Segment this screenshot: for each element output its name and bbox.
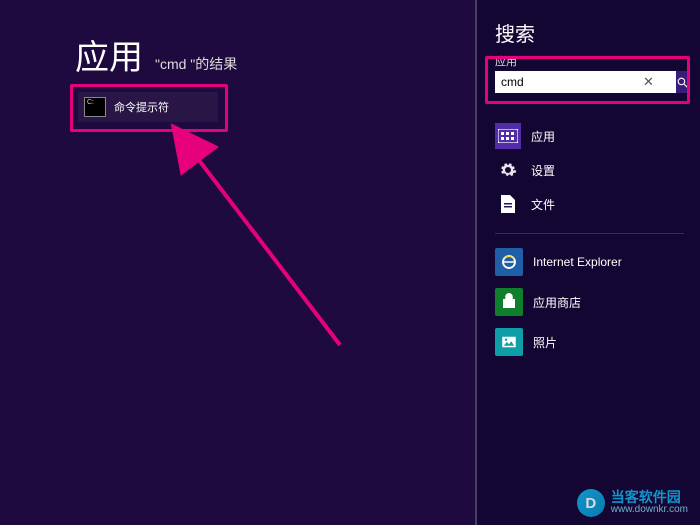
app-photos[interactable]: 照片 xyxy=(495,322,700,362)
app-store[interactable]: 应用商店 xyxy=(495,282,700,322)
gear-icon xyxy=(495,157,521,183)
clear-icon[interactable]: ✕ xyxy=(643,74,654,90)
search-row: ✕ xyxy=(495,71,683,93)
category-files[interactable]: 文件 xyxy=(495,187,700,221)
result-label: 命令提示符 xyxy=(114,99,169,115)
app-label: 应用商店 xyxy=(533,294,581,311)
search-icon xyxy=(676,76,689,89)
watermark-text: 当客软件园 www.downkr.com xyxy=(611,490,688,516)
category-settings[interactable]: 设置 xyxy=(495,153,700,187)
divider xyxy=(495,233,684,234)
search-scope-label: 应用 xyxy=(495,53,700,69)
results-panel: 应用 "cmd "的结果 命令提示符 xyxy=(0,0,470,525)
search-button[interactable] xyxy=(676,71,689,93)
photos-icon xyxy=(495,328,523,356)
result-tile-cmd[interactable]: 命令提示符 xyxy=(78,92,218,122)
file-icon xyxy=(495,191,521,217)
category-label: 应用 xyxy=(531,128,555,145)
watermark-logo: D xyxy=(577,489,605,517)
ie-icon xyxy=(495,248,523,276)
app-label: Internet Explorer xyxy=(533,255,622,269)
category-label: 设置 xyxy=(531,162,555,179)
app-label: 照片 xyxy=(533,334,557,351)
page-subtitle: "cmd "的结果 xyxy=(155,54,237,74)
search-title: 搜索 xyxy=(495,18,700,47)
watermark-brand: 当客软件园 xyxy=(611,490,688,504)
app-suggestions: Internet Explorer 应用商店 照片 xyxy=(495,242,700,362)
category-apps[interactable]: 应用 xyxy=(495,119,700,153)
results-header: 应用 "cmd "的结果 xyxy=(75,30,237,79)
app-ie[interactable]: Internet Explorer xyxy=(495,242,700,282)
watermark: D 当客软件园 www.downkr.com xyxy=(577,489,688,517)
cmd-icon xyxy=(84,97,106,117)
apps-icon xyxy=(495,123,521,149)
store-icon xyxy=(495,288,523,316)
watermark-url: www.downkr.com xyxy=(611,504,688,516)
search-charm: 搜索 应用 ✕ 应用 设置 文件 xyxy=(475,0,700,525)
page-title: 应用 xyxy=(75,30,143,79)
category-list: 应用 设置 文件 xyxy=(495,119,700,221)
category-label: 文件 xyxy=(531,196,555,213)
